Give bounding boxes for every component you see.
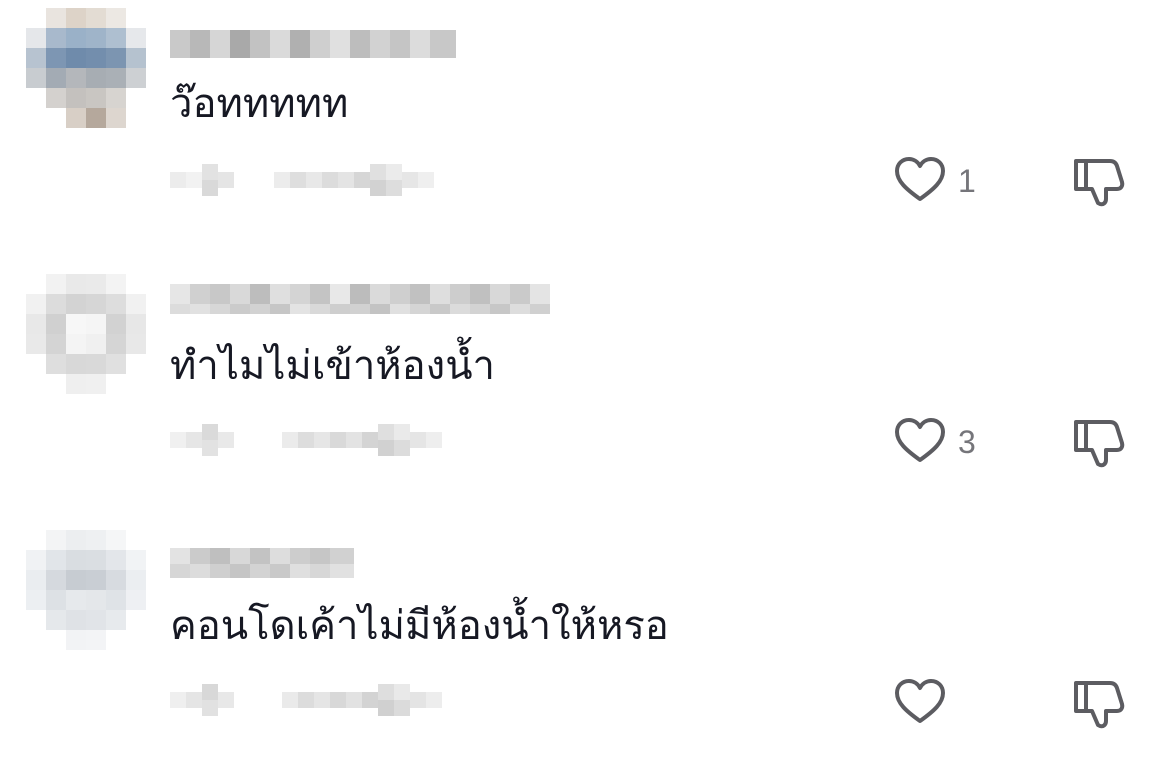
thumbs-down-outline-icon bbox=[1074, 681, 1125, 729]
like-count: 3 bbox=[958, 423, 976, 460]
comment-item: ทำไมไม่เข้าห้องน้ำ 3 bbox=[0, 260, 1170, 520]
heart-outline-icon bbox=[895, 157, 945, 201]
thumbs-down-outline-icon bbox=[1074, 159, 1125, 207]
comment-meta-blurred bbox=[170, 420, 442, 460]
comment-text: ทำไมไม่เข้าห้องน้ำ bbox=[170, 343, 495, 389]
like-button[interactable]: 3 bbox=[892, 414, 992, 470]
avatar[interactable] bbox=[26, 8, 146, 128]
dislike-button[interactable] bbox=[1070, 673, 1130, 733]
thumbs-down-outline-icon bbox=[1074, 420, 1125, 468]
comment-meta-blurred bbox=[170, 680, 442, 720]
username-blurred[interactable] bbox=[170, 284, 550, 314]
heart-outline-icon bbox=[895, 679, 945, 723]
like-button[interactable] bbox=[892, 675, 992, 731]
comment-text: ว๊อททททท bbox=[170, 81, 349, 127]
comment-meta-blurred bbox=[170, 160, 440, 200]
avatar[interactable] bbox=[26, 274, 146, 394]
comment-text: คอนโดเค้าไม่มีห้องน้ำให้หรอ bbox=[170, 603, 669, 649]
heart-outline-icon bbox=[895, 418, 945, 462]
dislike-button[interactable] bbox=[1070, 151, 1130, 211]
comment-item: คอนโดเค้าไม่มีห้องน้ำให้หรอ bbox=[0, 520, 1170, 780]
username-blurred[interactable] bbox=[170, 30, 460, 60]
avatar[interactable] bbox=[26, 530, 146, 650]
username-blurred[interactable] bbox=[170, 548, 356, 578]
comment-item: ว๊อททททท 1 bbox=[0, 0, 1170, 260]
like-button[interactable]: 1 bbox=[892, 153, 992, 209]
dislike-button[interactable] bbox=[1070, 412, 1130, 472]
like-count: 1 bbox=[958, 162, 976, 199]
